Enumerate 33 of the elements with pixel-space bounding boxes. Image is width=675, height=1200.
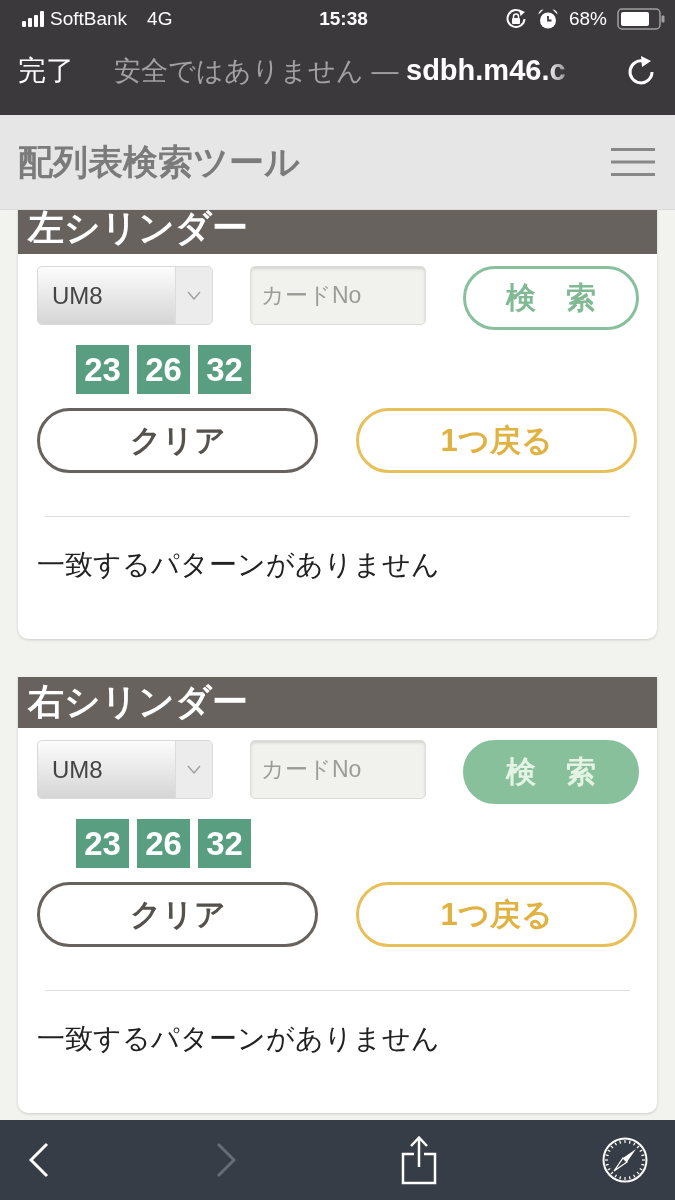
signal-icon bbox=[22, 11, 44, 27]
battery-icon bbox=[617, 8, 665, 30]
network-type: 4G bbox=[147, 8, 173, 30]
share-icon[interactable] bbox=[401, 1135, 438, 1185]
section-heading: 右シリンダー bbox=[18, 677, 657, 728]
compass-icon[interactable] bbox=[601, 1137, 648, 1183]
number-tile: 32 bbox=[198, 819, 251, 868]
menu-icon[interactable] bbox=[611, 148, 655, 176]
model-select[interactable]: UM8 bbox=[37, 266, 213, 325]
number-tile: 32 bbox=[198, 345, 251, 394]
card-number-input[interactable]: カードNo bbox=[250, 740, 426, 799]
address-text[interactable]: 安全ではありません — sdbh.m46.c bbox=[114, 52, 566, 89]
section-heading: 左シリンダー bbox=[18, 210, 657, 254]
no-match-message: 一致するパターンがありません bbox=[37, 1023, 441, 1055]
number-tile: 26 bbox=[137, 819, 190, 868]
number-tile: 23 bbox=[76, 819, 129, 868]
page-title: 配列表検索ツール bbox=[18, 140, 300, 183]
number-tile: 26 bbox=[137, 345, 190, 394]
clock-time: 15:38 bbox=[319, 8, 368, 30]
chevron-left-icon[interactable] bbox=[28, 1142, 50, 1178]
number-tile: 23 bbox=[76, 345, 129, 394]
chevron-down-icon bbox=[187, 291, 201, 300]
carrier-name: SoftBank bbox=[50, 8, 128, 30]
battery-percent: 68% bbox=[568, 8, 607, 30]
no-match-message: 一致するパターンがありません bbox=[37, 549, 441, 581]
alarm-clock-icon bbox=[536, 8, 559, 30]
clear-button[interactable]: クリア bbox=[37, 408, 318, 473]
card-number-input[interactable]: カードNo bbox=[250, 266, 426, 325]
model-select[interactable]: UM8 bbox=[37, 740, 213, 799]
orientation-lock-icon bbox=[504, 8, 527, 30]
chevron-down-icon bbox=[187, 765, 201, 774]
done-button[interactable]: 完了 bbox=[18, 51, 74, 90]
clear-button[interactable]: クリア bbox=[37, 882, 318, 947]
